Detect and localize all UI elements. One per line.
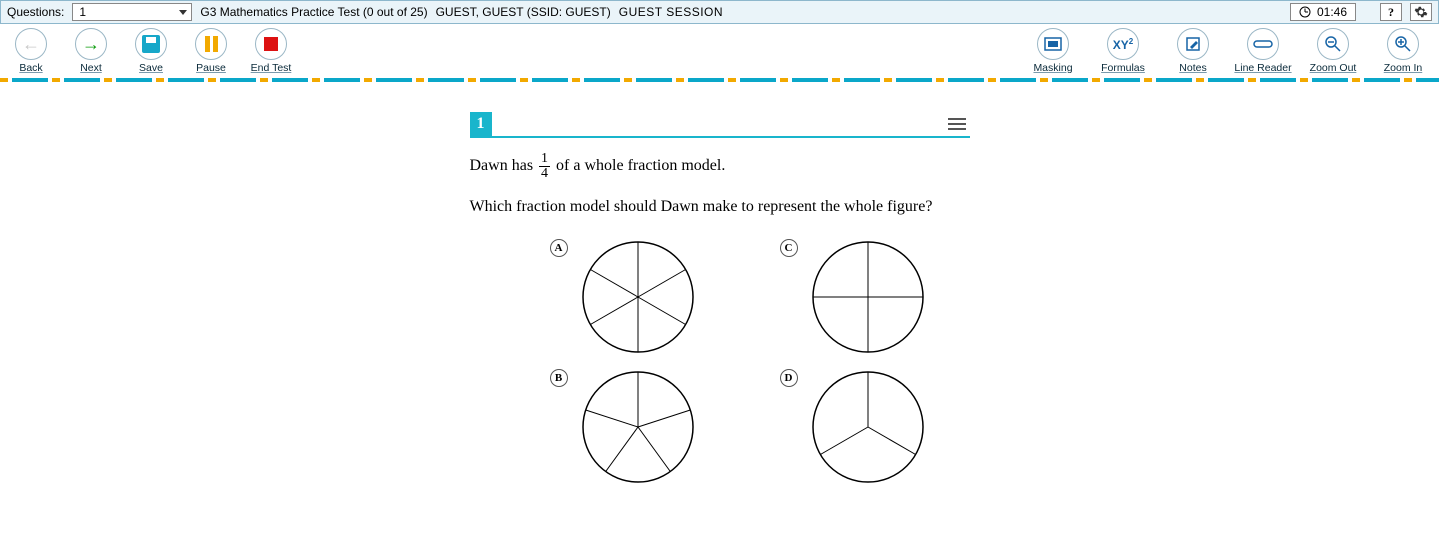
question-menu-button[interactable] — [944, 114, 970, 134]
clock-icon — [1299, 6, 1311, 18]
gear-icon — [1414, 5, 1428, 19]
arrow-right-icon: → — [82, 34, 100, 55]
save-icon — [142, 35, 160, 53]
masking-label: Masking — [1033, 62, 1072, 74]
choice-a-figure — [578, 237, 698, 357]
notes-icon — [1185, 36, 1201, 52]
formulas-button[interactable]: XY2 Formulas — [1095, 28, 1151, 74]
pause-button[interactable]: Pause — [188, 28, 234, 74]
chevron-down-icon — [179, 10, 187, 15]
question-stem: Dawn has 14 of a whole fraction model. W… — [470, 152, 970, 219]
question-number-badge: 1 — [470, 112, 492, 136]
pause-icon — [205, 36, 218, 52]
hamburger-icon — [948, 118, 966, 120]
end-label: End Test — [251, 62, 292, 74]
stop-icon — [264, 37, 278, 51]
formulas-label: Formulas — [1101, 62, 1145, 74]
settings-button[interactable] — [1410, 3, 1432, 21]
line-reader-button[interactable]: Line Reader — [1235, 28, 1291, 74]
timer-value: 01:46 — [1317, 5, 1347, 19]
zoom-out-button[interactable]: Zoom Out — [1305, 28, 1361, 74]
choice-a-label: A — [550, 239, 568, 257]
fraction: 14 — [539, 152, 550, 181]
zoom-out-label: Zoom Out — [1310, 62, 1357, 74]
next-button[interactable]: → Next — [68, 28, 114, 74]
choice-d-label: D — [780, 369, 798, 387]
pause-label: Pause — [196, 62, 226, 74]
line-reader-icon — [1253, 38, 1273, 50]
zoom-out-icon — [1324, 35, 1342, 53]
notes-label: Notes — [1179, 62, 1206, 74]
question-area: 1 Dawn has 14 of a whole fraction model.… — [0, 82, 1439, 507]
end-test-button[interactable]: End Test — [248, 28, 294, 74]
choice-b-label: B — [550, 369, 568, 387]
fraction-denominator: 4 — [539, 167, 550, 181]
test-title: G3 Mathematics Practice Test (0 out of 2… — [200, 5, 427, 19]
choice-c-figure — [808, 237, 928, 357]
timer-display: 01:46 — [1290, 3, 1356, 21]
toolbar: ← Back → Next Save Pause End Test — [0, 24, 1439, 78]
user-info: GUEST, GUEST (SSID: GUEST) — [436, 5, 611, 19]
questions-label: Questions: — [7, 5, 64, 19]
arrow-left-icon: ← — [22, 34, 40, 55]
zoom-in-icon — [1394, 35, 1412, 53]
choice-c[interactable]: C — [780, 237, 970, 357]
masking-icon — [1044, 37, 1062, 51]
save-label: Save — [139, 62, 163, 74]
line-reader-label: Line Reader — [1234, 62, 1291, 74]
help-icon: ? — [1388, 5, 1394, 20]
back-button[interactable]: ← Back — [8, 28, 54, 74]
next-label: Next — [80, 62, 102, 74]
masking-button[interactable]: Masking — [1025, 28, 1081, 74]
formula-icon: XY2 — [1113, 37, 1133, 52]
current-question-number: 1 — [79, 5, 86, 19]
save-button[interactable]: Save — [128, 28, 174, 74]
help-button[interactable]: ? — [1380, 3, 1402, 21]
choice-d[interactable]: D — [780, 367, 970, 487]
session-label: GUEST SESSION — [619, 5, 723, 19]
choice-b-figure — [578, 367, 698, 487]
back-label: Back — [19, 62, 42, 74]
zoom-in-label: Zoom In — [1384, 62, 1423, 74]
stem-post: of a whole fraction model. — [552, 157, 725, 174]
notes-button[interactable]: Notes — [1165, 28, 1221, 74]
question-header: 1 — [470, 112, 970, 138]
choice-d-figure — [808, 367, 928, 487]
test-header: Questions: 1 G3 Mathematics Practice Tes… — [0, 0, 1439, 24]
choice-c-label: C — [780, 239, 798, 257]
fraction-numerator: 1 — [539, 152, 550, 167]
choice-a[interactable]: A — [550, 237, 740, 357]
zoom-in-button[interactable]: Zoom In — [1375, 28, 1431, 74]
question-dropdown[interactable]: 1 — [72, 3, 192, 21]
answer-choices: A C — [470, 237, 970, 487]
question-prompt: Which fraction model should Dawn make to… — [470, 198, 933, 215]
choice-b[interactable]: B — [550, 367, 740, 487]
stem-pre: Dawn has — [470, 157, 538, 174]
